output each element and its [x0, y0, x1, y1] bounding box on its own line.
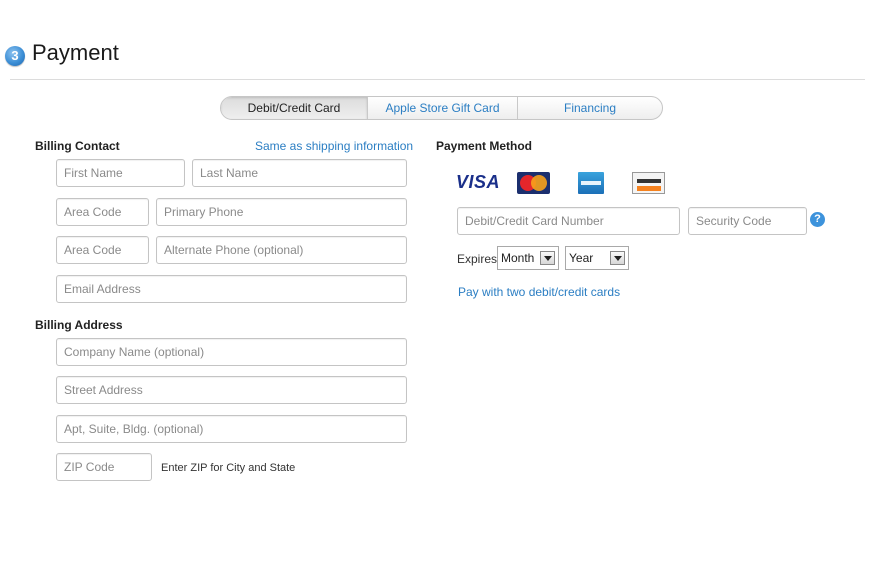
pay-with-two-cards-link[interactable]: Pay with two debit/credit cards [458, 285, 620, 299]
chevron-down-icon [610, 251, 625, 265]
help-icon[interactable]: ? [810, 212, 825, 227]
mastercard-logo [517, 172, 550, 194]
same-as-shipping-link[interactable]: Same as shipping information [255, 139, 413, 153]
alternate-area-code-field[interactable] [56, 236, 149, 264]
area-code-field[interactable] [56, 198, 149, 226]
chevron-down-icon [540, 251, 555, 265]
expiry-month-select[interactable]: Month [497, 246, 559, 270]
apt-suite-field[interactable] [56, 415, 407, 443]
step-number-badge: 3 [5, 46, 25, 66]
expiry-month-value: Month [501, 251, 535, 265]
tab-debit-credit-card[interactable]: Debit/Credit Card [221, 97, 367, 119]
zip-hint: Enter ZIP for City and State [161, 462, 296, 474]
alternate-phone-field[interactable] [156, 236, 407, 264]
tab-apple-store-gift-card[interactable]: Apple Store Gift Card [367, 97, 517, 119]
first-name-field[interactable] [56, 159, 185, 187]
expiry-year-select[interactable]: Year [565, 246, 629, 270]
payment-method-heading: Payment Method [436, 139, 533, 153]
expires-label: Expires [457, 252, 498, 266]
visa-logo: VISA [456, 172, 501, 192]
discover-logo [632, 172, 665, 194]
security-code-field[interactable] [688, 207, 807, 235]
payment-type-tabs: Debit/Credit Card Apple Store Gift Card … [220, 96, 663, 120]
street-address-field[interactable] [56, 376, 407, 404]
zip-code-field[interactable] [56, 453, 152, 481]
company-name-field[interactable] [56, 338, 407, 366]
tab-financing[interactable]: Financing [517, 97, 662, 119]
card-number-field[interactable] [457, 207, 680, 235]
email-field[interactable] [56, 275, 407, 303]
billing-contact-heading: Billing Contact [35, 139, 120, 153]
page-title: Payment [32, 40, 119, 65]
american-express-logo [578, 172, 604, 194]
title-divider [10, 79, 865, 80]
expiry-year-value: Year [569, 251, 594, 265]
primary-phone-field[interactable] [156, 198, 407, 226]
billing-address-heading: Billing Address [35, 318, 123, 332]
last-name-field[interactable] [192, 159, 407, 187]
